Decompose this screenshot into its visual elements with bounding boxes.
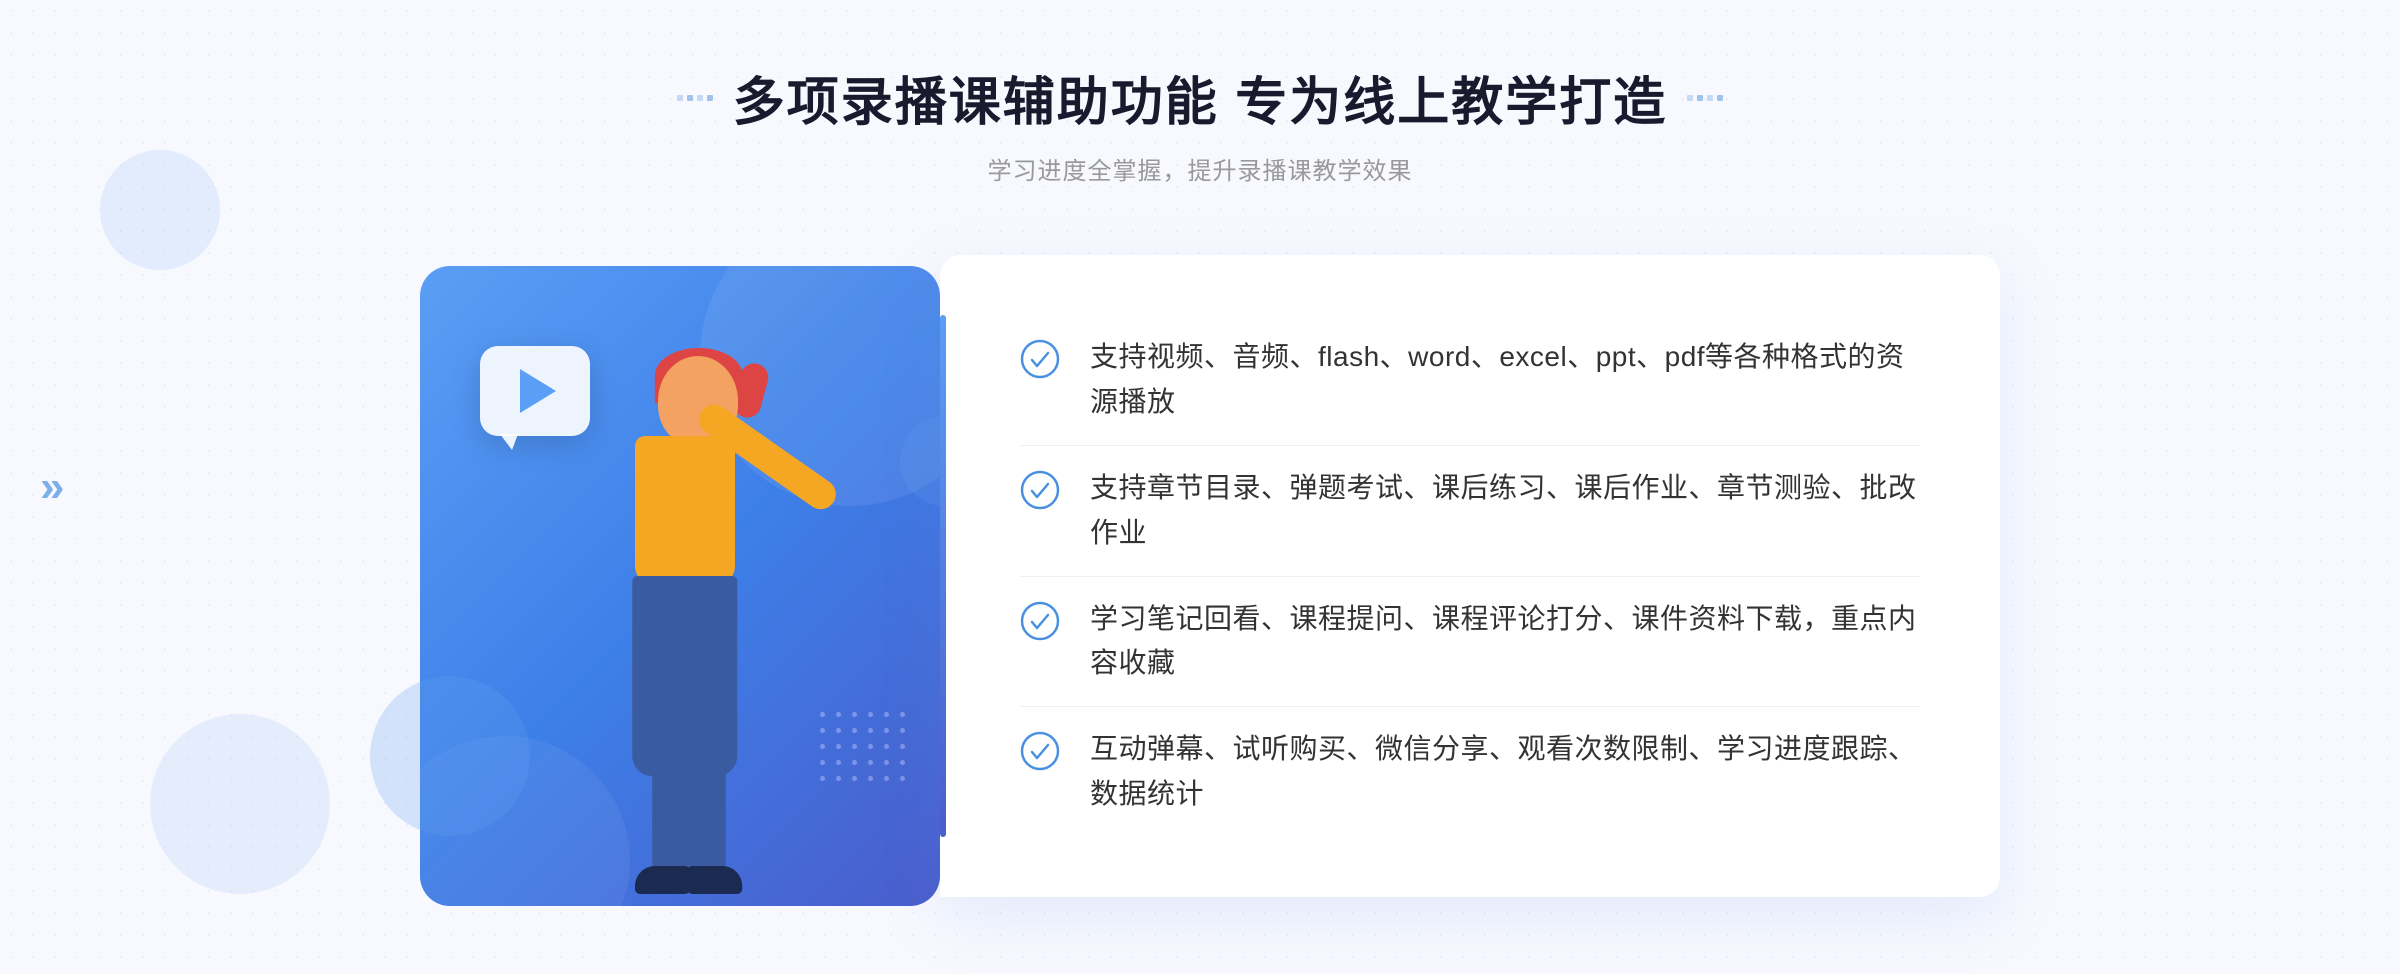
person-illustration: [540, 356, 840, 916]
person-shoe-left: [635, 866, 690, 894]
person-shoe-right: [687, 866, 742, 894]
feature-text-1: 支持视频、音频、flash、word、excel、ppt、pdf等各种格式的资源…: [1090, 335, 1920, 425]
left-chevron-icon: »: [40, 462, 64, 512]
feature-text-4: 互动弹幕、试听购买、微信分享、观看次数限制、学习进度跟踪、数据统计: [1090, 727, 1920, 817]
float-circle-2: [150, 714, 330, 894]
content-section: 支持视频、音频、flash、word、excel、ppt、pdf等各种格式的资源…: [400, 236, 2000, 916]
subtitle: 学习进度全掌握，提升录播课教学效果: [677, 151, 1723, 186]
main-title: 多项录播课辅助功能 专为线上教学打造: [733, 60, 1667, 135]
person-leg-right: [684, 746, 726, 886]
features-panel: 支持视频、音频、flash、word、excel、ppt、pdf等各种格式的资源…: [940, 255, 2000, 896]
feature-text-2: 支持章节目录、弹题考试、课后练习、课后作业、章节测验、批改作业: [1090, 466, 1920, 556]
deco-circle-large: [370, 676, 530, 836]
panel-accent: [940, 315, 946, 836]
feature-item-1: 支持视频、音频、flash、word、excel、ppt、pdf等各种格式的资源…: [1020, 315, 1920, 445]
title-decoration-right: [1687, 95, 1723, 101]
title-decoration-left: [677, 95, 713, 101]
feature-item-2: 支持章节目录、弹题考试、课后练习、课后作业、章节测验、批改作业: [1020, 446, 1920, 576]
check-icon-2: [1020, 470, 1060, 510]
feature-item-3: 学习笔记回看、课程提问、课程评论打分、课件资料下载，重点内容收藏: [1020, 577, 1920, 707]
header-section: 多项录播课辅助功能 专为线上教学打造 学习进度全掌握，提升录播课教学效果: [677, 60, 1723, 186]
page-container: 多项录播课辅助功能 专为线上教学打造 学习进度全掌握，提升录播课教学效果 »: [0, 0, 2400, 974]
check-icon-3: [1020, 601, 1060, 641]
feature-item-4: 互动弹幕、试听购买、微信分享、观看次数限制、学习进度跟踪、数据统计: [1020, 707, 1920, 837]
check-icon-4: [1020, 731, 1060, 771]
title-wrapper: 多项录播课辅助功能 专为线上教学打造: [677, 60, 1723, 135]
float-circle-1: [100, 150, 220, 270]
check-icon-1: [1020, 339, 1060, 379]
illustration-area: [400, 236, 980, 916]
feature-text-3: 学习笔记回看、课程提问、课程评论打分、课件资料下载，重点内容收藏: [1090, 597, 1920, 687]
